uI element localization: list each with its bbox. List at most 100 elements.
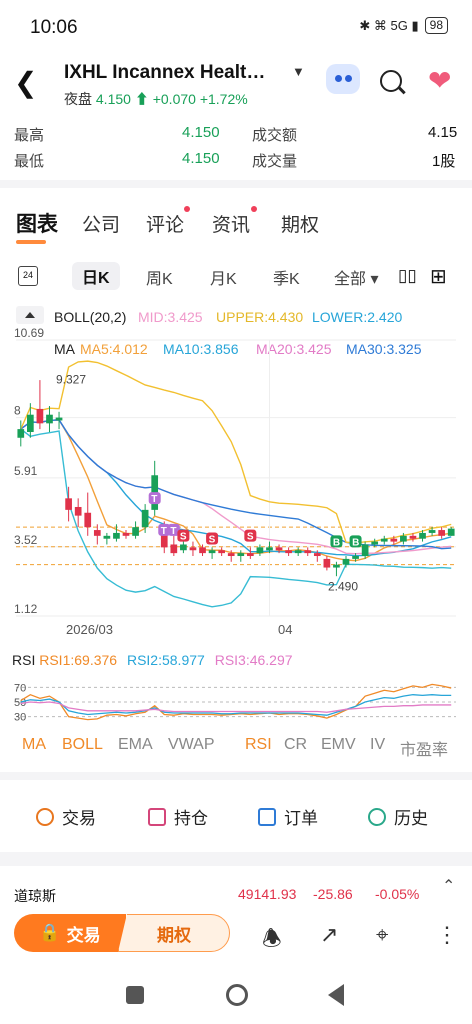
fullscreen-icon[interactable]: ⌖ [376, 922, 388, 948]
boll-lower: LOWER:2.420 [312, 309, 402, 325]
index-change: -25.86 [313, 886, 353, 902]
options-button[interactable]: 期权 [118, 914, 230, 952]
low-annotation: 2.490 [328, 579, 358, 593]
candle-body [447, 528, 455, 536]
period-day[interactable]: 日K [72, 262, 120, 290]
indicator-bar: MA BOLL EMA VWAP RSI CR EMV IV 市盈率 [0, 736, 472, 762]
more-icon[interactable]: ⋮ [436, 922, 458, 948]
trade-action[interactable]: 交易 [36, 804, 96, 829]
candle-body [371, 541, 379, 545]
night-change: +0.070 [152, 91, 196, 107]
candle-body [170, 544, 178, 554]
tab-chart[interactable]: 图表 [16, 208, 58, 244]
indicator-cr[interactable]: CR [284, 736, 307, 754]
indicator-ma[interactable]: MA [22, 736, 46, 754]
trade-actions: 交易 持仓 订单 历史 [0, 796, 472, 836]
trade-marker-label: S [209, 534, 216, 545]
candle-body [266, 547, 273, 551]
volume-value: 1股 [432, 153, 456, 170]
ma10-value: MA10:3.856 [163, 341, 239, 357]
status-icons: ✱ ⌘ 5G ▮ 98 [359, 17, 448, 34]
status-bar: 10:06 ✱ ⌘ 5G ▮ 98 [0, 0, 472, 56]
indicator-ema[interactable]: EMA [118, 736, 153, 754]
candle-body [390, 538, 398, 542]
candle-body [180, 544, 187, 551]
calendar-icon[interactable]: 24 [18, 266, 38, 286]
period-month[interactable]: 月K [210, 265, 237, 289]
tab-options[interactable]: 期权 [281, 210, 319, 237]
ma5-value: MA5:4.012 [80, 341, 148, 357]
orders-action[interactable]: 订单 [258, 804, 318, 829]
battery-icon: 98 [424, 17, 448, 34]
grid-layout-icon[interactable]: ⊞ [430, 264, 447, 289]
orders-icon [258, 807, 276, 826]
low-value: 4.150 [182, 150, 220, 167]
chevron-down-icon[interactable]: ▼ [292, 64, 305, 79]
search-icon[interactable] [380, 70, 402, 92]
night-label: 夜盘 [64, 91, 92, 107]
candle-body [55, 417, 63, 421]
candle-body [361, 544, 369, 557]
x-tick-label: 04 [278, 622, 292, 637]
candle-body [419, 532, 426, 539]
alert-bell-icon[interactable]: 🕭 [262, 922, 282, 960]
tab-company[interactable]: 公司 [82, 210, 120, 237]
tab-comments[interactable]: 评论 [146, 210, 184, 237]
stock-title[interactable]: IXHL Incannex Healt… [64, 62, 265, 84]
tab-news[interactable]: 资讯 [212, 210, 250, 237]
recents-button[interactable] [126, 986, 144, 1004]
indicator-rsi[interactable]: RSI [245, 736, 272, 754]
candle-body [409, 535, 417, 539]
night-price: 4.150 [95, 91, 131, 107]
favorite-heart-icon[interactable]: ❤ [428, 64, 451, 97]
position-action[interactable]: 持仓 [148, 804, 208, 829]
candle-body [400, 535, 407, 542]
home-button[interactable] [226, 984, 248, 1006]
kline-chart[interactable]: BOLL(20,2) MID:3.425 UPPER:4.430 LOWER:2… [0, 300, 472, 650]
y-tick-label: 10.69 [14, 326, 44, 340]
high-annotation: 9.327 [56, 372, 86, 386]
ma30-value: MA30:3.325 [346, 341, 422, 357]
candle-body [285, 550, 292, 554]
indicator-boll[interactable]: BOLL [62, 736, 103, 754]
rsi-chart[interactable]: 705030 [0, 676, 472, 728]
index-change-pct: -0.05% [375, 886, 420, 902]
history-action[interactable]: 历史 [368, 804, 428, 829]
candle-body [275, 547, 283, 551]
boll-mid: MID:3.425 [138, 309, 203, 325]
candle-body [218, 550, 225, 554]
market-ticker[interactable]: 道琼斯 49141.93 -25.86 -0.05% ⌃ [0, 872, 472, 904]
back-button[interactable] [328, 984, 344, 1006]
trade-icon [36, 807, 54, 826]
indicator-emv[interactable]: EMV [321, 736, 356, 754]
candle-body [141, 509, 149, 528]
candle-body [103, 535, 111, 539]
candle-body [256, 547, 264, 554]
notification-dot [184, 206, 190, 212]
up-arrow-icon: ⬆ [134, 91, 149, 107]
notification-dot [251, 206, 257, 212]
candle-body [65, 498, 72, 510]
period-all[interactable]: 全部 ▾ [334, 265, 378, 289]
candle-type-icon[interactable]: ▯▯ [398, 266, 417, 286]
indicator-iv[interactable]: IV [370, 736, 385, 754]
candle-body [352, 556, 359, 559]
trade-marker-label: S [247, 532, 254, 543]
indicator-pe[interactable]: 市盈率 [400, 736, 448, 760]
candle-body [122, 532, 130, 536]
back-icon[interactable]: ❮ [14, 66, 37, 99]
chevron-up-icon[interactable]: ⌃ [442, 876, 455, 896]
rsi-tick-label: 70 [14, 682, 26, 694]
index-value: 49141.93 [238, 886, 297, 902]
period-selector: 24 日K 周K 月K 季K 全部 ▾ ▯▯ ⊞ [0, 258, 472, 296]
indicator-vwap[interactable]: VWAP [168, 736, 215, 754]
trade-button[interactable]: 🔒 交易 [14, 914, 126, 952]
period-quarter[interactable]: 季K [273, 265, 300, 289]
period-week[interactable]: 周K [146, 265, 173, 289]
lock-icon: 🔒 [39, 923, 61, 942]
ma20-value: MA20:3.425 [256, 341, 332, 357]
divider [0, 180, 472, 188]
robot-assistant-icon[interactable] [326, 64, 360, 94]
candle-body [27, 414, 34, 432]
share-icon[interactable]: ↗ [320, 922, 338, 948]
